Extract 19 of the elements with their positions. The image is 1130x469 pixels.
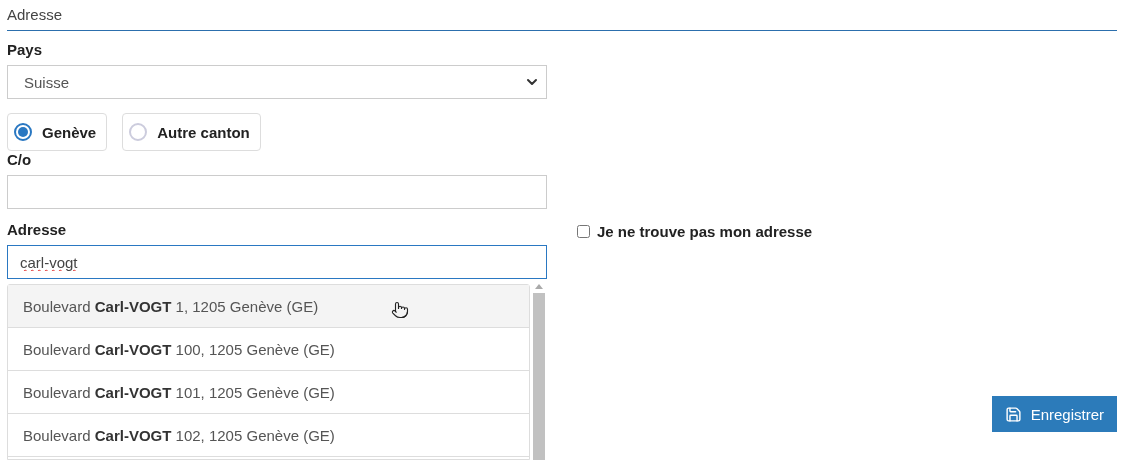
suggestion-item[interactable]: Boulevard Carl-VOGT 1, 1205 Genève (GE) [8,285,530,328]
radio-label: Genève [42,123,97,141]
scroll-up-arrow-icon[interactable] [535,284,543,289]
checkbox[interactable] [577,225,590,238]
country-select[interactable]: Suisse [7,65,547,99]
field-label: Adresse [7,221,68,238]
radio-label: Autre canton [157,123,250,141]
address-input[interactable]: carl-vogt [7,245,547,279]
field-label: Pays [7,41,44,58]
checkbox-option[interactable]: Je ne trouve pas mon adresse [577,223,1117,240]
save-button[interactable]: Enregistrer [991,396,1117,432]
radio-option[interactable]: Genève [7,113,108,151]
hand-pointer-icon [391,301,409,319]
save-icon [1004,405,1022,423]
field-label: C/o [7,151,33,168]
radio-option[interactable]: Autre canton [122,113,261,151]
checkbox-label: Je ne trouve pas mon adresse [597,223,813,240]
scrollbar[interactable] [531,284,547,460]
section-title: Adresse [7,4,1117,31]
